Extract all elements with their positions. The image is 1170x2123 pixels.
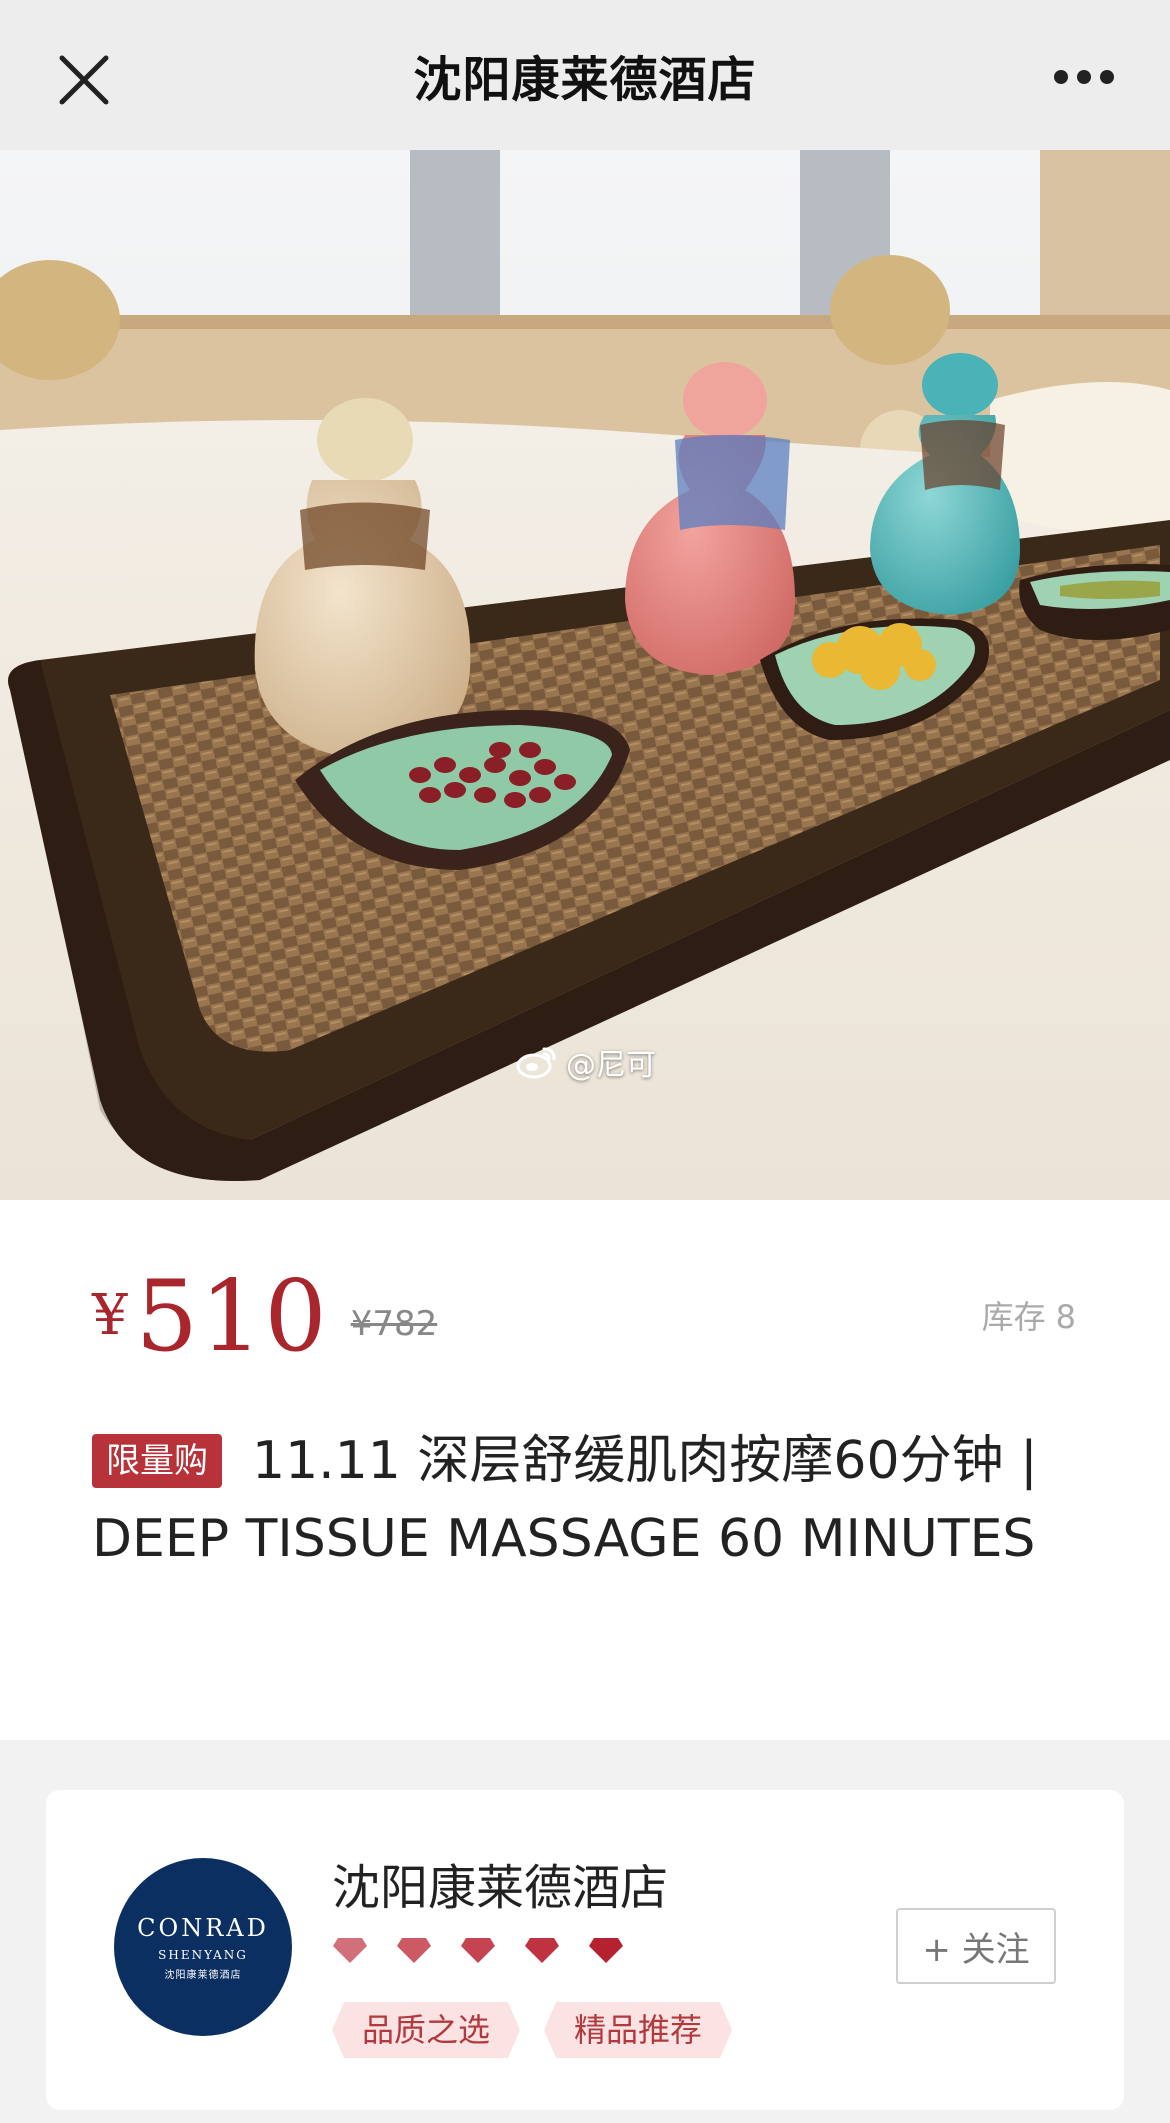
shop-logo[interactable]: CONRAD SHENYANG 沈阳康莱德酒店 [114, 1858, 292, 2036]
product-title-block: 限量购 11.11 深层舒缓肌肉按摩60分钟 | DEEP TISSUE MASS… [92, 1422, 1082, 1578]
logo-chinese-name: 沈阳康莱德酒店 [164, 1969, 242, 1981]
currency-symbol: ¥ [92, 1283, 128, 1348]
logo-city: SHENYANG [158, 1947, 248, 1962]
weibo-icon [516, 1047, 556, 1079]
shop-name[interactable]: 沈阳康莱德酒店 [332, 1848, 668, 1918]
stock-info: 库存 8 [982, 1292, 1076, 1338]
shop-tag: 精品推荐 [544, 2002, 732, 2058]
shop-tag: 品质之选 [332, 2002, 520, 2058]
watermark-text: @尼可 [566, 1048, 656, 1083]
diamond-icon [397, 1938, 431, 1963]
top-nav-bar: 沈阳康莱德酒店 [0, 0, 1170, 150]
shop-rating [332, 1936, 624, 1964]
stock-label: 库存 [981, 1298, 1046, 1336]
current-price: 510 [135, 1260, 329, 1374]
logo-brand-name: CONRAD [137, 1913, 269, 1942]
original-price: ¥782 [350, 1304, 438, 1344]
watermark: @尼可 [516, 1040, 656, 1084]
product-info: ¥ 510 ¥782 库存 8 限量购 11.11 深层舒缓肌肉按摩60分钟 | D… [0, 1200, 1170, 1740]
follow-button[interactable]: + 关注 [896, 1908, 1056, 1984]
diamond-icon [461, 1938, 495, 1963]
product-title: 11.11 深层舒缓肌肉按摩60分钟 | DEEP TISSUE MASSAGE… [92, 1431, 1038, 1569]
stock-count: 8 [1055, 1298, 1076, 1336]
close-icon[interactable] [56, 52, 112, 108]
page-title: 沈阳康莱德酒店 [413, 52, 757, 108]
price-row: ¥ 510 ¥782 [92, 1268, 437, 1366]
diamond-icon [333, 1938, 367, 1963]
shop-card[interactable]: CONRAD SHENYANG 沈阳康莱德酒店 沈阳康莱德酒店 品质之选 精品推… [46, 1790, 1124, 2110]
limited-purchase-badge: 限量购 [92, 1434, 222, 1488]
product-image[interactable]: @尼可 [0, 150, 1170, 1200]
diamond-icon [589, 1938, 623, 1963]
more-dots-icon[interactable] [1054, 70, 1114, 88]
shop-tags: 品质之选 精品推荐 [332, 2002, 732, 2058]
diamond-icon [525, 1938, 559, 1963]
